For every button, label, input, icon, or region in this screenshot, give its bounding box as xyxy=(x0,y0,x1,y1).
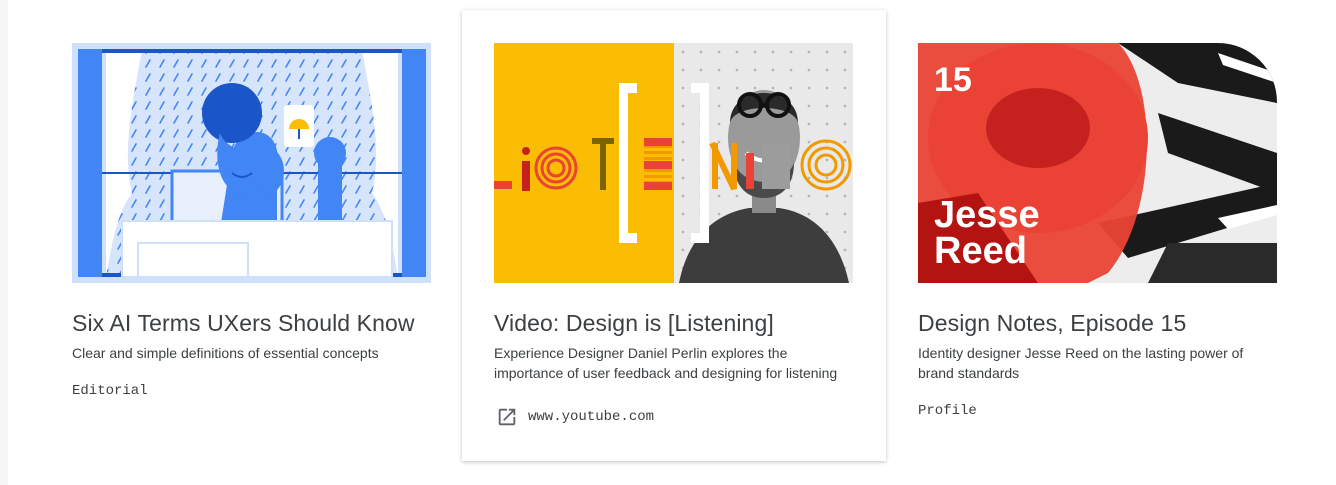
card-thumbnail[interactable]: 15 Jesse Reed xyxy=(918,43,1277,283)
external-link-text[interactable]: www.youtube.com xyxy=(528,409,654,425)
card-design-is-listening[interactable]: Video: Design is [Listening] Experience … xyxy=(462,10,886,461)
card-title[interactable]: Six AI Terms UXers Should Know xyxy=(72,310,415,337)
card-category-tag: Editorial xyxy=(72,383,148,399)
external-link[interactable]: www.youtube.com xyxy=(496,406,654,428)
listening-video-thumbnail-icon xyxy=(494,43,853,283)
card-thumbnail[interactable] xyxy=(72,43,431,283)
thumb-name-last: Reed xyxy=(934,230,1027,272)
open-in-new-icon xyxy=(498,408,516,426)
card-title[interactable]: Video: Design is [Listening] xyxy=(494,310,774,337)
left-edge xyxy=(0,0,8,485)
episode-number: 15 xyxy=(934,61,972,99)
card-description: Clear and simple definitions of essentia… xyxy=(72,345,379,361)
illustration-person-window-icon xyxy=(72,43,431,283)
card-thumbnail[interactable] xyxy=(494,43,853,283)
design-notes-thumbnail-icon: 15 Jesse Reed xyxy=(918,43,1277,283)
card-description: Identity designer Jesse Reed on the last… xyxy=(918,345,1244,381)
card-title[interactable]: Design Notes, Episode 15 xyxy=(918,310,1186,337)
card-category-tag: Profile xyxy=(918,403,977,419)
card-description: Experience Designer Daniel Perlin explor… xyxy=(494,345,838,381)
